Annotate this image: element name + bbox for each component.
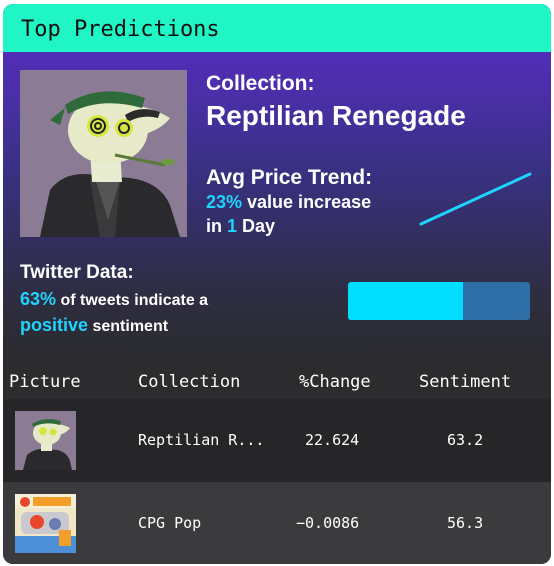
trend-unit: Day bbox=[237, 216, 276, 236]
row-change: −0.0086 bbox=[296, 514, 360, 532]
price-trend-value: 23% value increase bbox=[206, 192, 371, 213]
sentiment-bar bbox=[348, 282, 530, 320]
header-picture[interactable]: Picture bbox=[9, 372, 81, 392]
predictions-card: Top Predictions Collection: Reptilian Re… bbox=[3, 4, 551, 564]
trend-percent: 23% bbox=[206, 192, 243, 212]
price-trend-duration: in 1 Day bbox=[206, 216, 275, 237]
title-bar: Top Predictions bbox=[3, 4, 551, 52]
trend-in: in bbox=[206, 216, 227, 236]
header-change[interactable]: %Change bbox=[299, 372, 371, 392]
row-change: 22.624 bbox=[305, 431, 360, 449]
sentiment-word: positive bbox=[20, 315, 89, 335]
twitter-label: Twitter Data: bbox=[20, 262, 134, 283]
row-sentiment: 56.3 bbox=[447, 514, 484, 532]
reptile-nft-image bbox=[15, 411, 76, 470]
reptile-nft-image bbox=[20, 70, 187, 237]
row-collection: Reptilian R... bbox=[138, 431, 265, 449]
table-header: Picture Collection %Change Sentiment bbox=[3, 363, 551, 399]
table-row[interactable]: −0.0086 CPG Pop 56.3 bbox=[3, 482, 551, 564]
trend-text: value increase bbox=[242, 192, 372, 212]
row-thumbnail bbox=[15, 494, 76, 553]
trend-up-icon bbox=[419, 172, 532, 226]
trend-days: 1 bbox=[227, 216, 238, 236]
collection-image bbox=[20, 70, 187, 237]
sentiment-bar-fill bbox=[348, 282, 463, 320]
predictions-table: Picture Collection %Change Sentiment Rep… bbox=[3, 363, 551, 564]
sentiment-text: sentiment bbox=[88, 318, 169, 335]
twitter-sentiment: positive sentiment bbox=[20, 315, 168, 336]
collection-label: Collection: bbox=[206, 72, 315, 95]
twitter-percent: 63% bbox=[20, 289, 57, 309]
row-thumbnail bbox=[15, 411, 76, 470]
twitter-stat: 63% of tweets indicate a bbox=[20, 289, 208, 310]
header-sentiment[interactable]: Sentiment bbox=[419, 372, 511, 392]
row-collection: CPG Pop bbox=[138, 514, 202, 532]
table-row[interactable]: Reptilian R... 22.624 63.2 bbox=[3, 399, 551, 482]
collection-name: Reptilian Renegade bbox=[206, 100, 466, 131]
page-title: Top Predictions bbox=[21, 17, 220, 42]
header-collection[interactable]: Collection bbox=[138, 372, 240, 392]
row-sentiment: 63.2 bbox=[447, 431, 484, 449]
price-trend-label: Avg Price Trend: bbox=[206, 166, 373, 189]
pop-library-nft-image bbox=[15, 494, 76, 553]
twitter-text: of tweets indicate a bbox=[56, 292, 209, 309]
